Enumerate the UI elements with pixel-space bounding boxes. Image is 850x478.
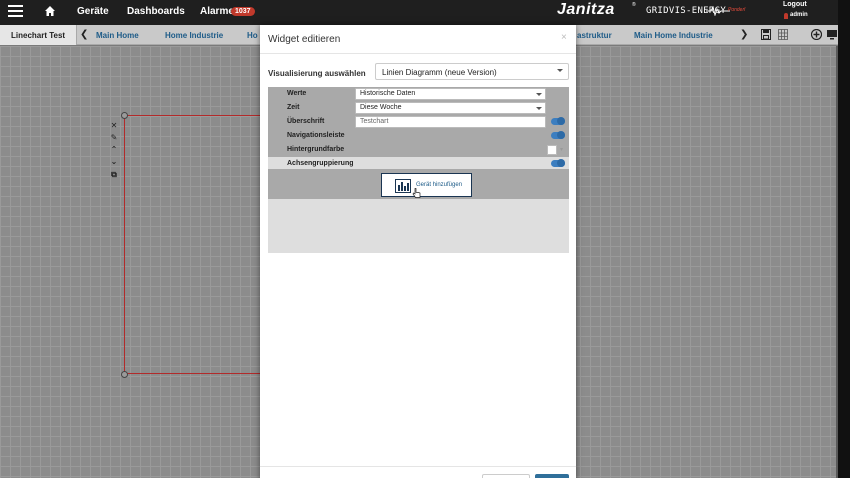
row-grip xyxy=(268,129,279,143)
brand-registered-mark: ® xyxy=(632,2,636,8)
row-grip xyxy=(268,143,279,157)
nav-alarms[interactable]: Alarme xyxy=(200,6,234,17)
logout-link[interactable]: Logout xyxy=(783,1,807,8)
heading-toggle[interactable] xyxy=(551,117,565,125)
top-navbar: Geräte Dashboards Alarme 1037 Janitza ® … xyxy=(0,0,838,25)
settings-row-values: Werte Historische Daten xyxy=(268,87,569,101)
hand-cursor-icon xyxy=(412,188,421,198)
tab-current[interactable]: Linechart Test xyxy=(0,25,77,45)
wrench-icon[interactable]: ✎ xyxy=(110,133,118,142)
tab-home-industrie[interactable]: Home Industrie xyxy=(165,31,223,40)
edit-widget-modal: Widget editieren × Visualisierung auswäh… xyxy=(260,25,576,478)
alarm-count-badge: 1037 xyxy=(231,7,255,16)
background-color-swatch[interactable] xyxy=(547,145,557,155)
selected-widget-frame[interactable] xyxy=(124,115,264,374)
settings-row-heading: Überschrift Testchart xyxy=(268,115,569,129)
product-edition-tag: Ponderl xyxy=(728,7,746,13)
visualization-label: Visualisierung auswählen xyxy=(268,69,366,78)
tab-prev-arrow-icon[interactable]: ❮ xyxy=(80,29,88,40)
row-value: Diese Woche xyxy=(353,101,546,115)
home-icon[interactable] xyxy=(44,5,56,17)
navigation-toggle[interactable] xyxy=(551,131,565,139)
tab-struktur[interactable]: astruktur xyxy=(577,31,612,40)
visualization-select-value: Linien Diagramm (neue Version) xyxy=(382,68,497,77)
device-area: Gerät hinzufügen xyxy=(268,169,569,199)
chevron-down-icon[interactable]: ⌄ xyxy=(110,157,118,166)
chevron-down-icon[interactable]: ▾ xyxy=(560,146,563,153)
visualization-select[interactable]: Linien Diagramm (neue Version) xyxy=(375,63,569,80)
values-select-value: Historische Daten xyxy=(360,90,416,97)
row-label: Navigationsleiste xyxy=(279,129,353,143)
row-value: Testchart xyxy=(353,115,546,129)
row-end xyxy=(546,129,569,143)
tab-main-home-industrie[interactable]: Main Home Industrie xyxy=(634,31,713,40)
user-name: admin xyxy=(790,12,808,18)
modal-footer-divider xyxy=(260,466,576,467)
modal-header-divider xyxy=(260,53,576,54)
window-edge xyxy=(838,0,850,478)
row-value: Historische Daten xyxy=(353,87,546,101)
bar-chart-icon xyxy=(395,179,411,193)
heading-input[interactable]: Testchart xyxy=(355,116,546,128)
close-icon[interactable]: × xyxy=(561,32,567,43)
cancel-button[interactable] xyxy=(482,474,530,478)
row-end: ▾ xyxy=(546,143,569,157)
chevron-down-icon xyxy=(536,107,542,110)
row-value xyxy=(353,143,546,157)
modal-title: Widget editieren xyxy=(268,34,341,45)
settings-row-navigation: Navigationsleiste xyxy=(268,129,569,143)
row-grip xyxy=(268,115,279,129)
user-icon xyxy=(784,13,788,19)
chevron-down-icon xyxy=(557,69,563,72)
tab-next-arrow-icon[interactable]: ❯ xyxy=(740,29,748,40)
settings-row-time: Zeit Diese Woche xyxy=(268,101,569,115)
settings-row-background: Hintergrundfarbe ▾ xyxy=(268,143,569,157)
axis-grouping-toggle[interactable] xyxy=(551,159,565,167)
row-grip xyxy=(268,87,279,101)
monitor-icon[interactable] xyxy=(826,29,838,40)
row-label: Überschrift xyxy=(279,115,353,129)
time-select-value: Diese Woche xyxy=(360,104,402,111)
save-icon[interactable] xyxy=(761,29,771,40)
add-device-label: Gerät hinzufügen xyxy=(416,182,463,188)
add-device-button[interactable]: Gerät hinzufügen xyxy=(381,173,472,198)
hamburger-menu-icon[interactable] xyxy=(8,5,23,17)
row-label: Hintergrundfarbe xyxy=(279,143,353,157)
row-end xyxy=(546,115,569,129)
row-value xyxy=(353,129,546,143)
device-list-area xyxy=(268,199,569,253)
row-end xyxy=(546,101,569,115)
brand-logo: Janitza xyxy=(557,1,615,18)
nav-devices[interactable]: Geräte xyxy=(77,6,109,17)
close-icon[interactable]: ✕ xyxy=(110,121,118,130)
tab-main-home[interactable]: Main Home xyxy=(96,31,139,40)
tab-partial[interactable]: Ho xyxy=(247,31,258,40)
nav-dashboards[interactable]: Dashboards xyxy=(127,6,185,17)
chevron-up-icon[interactable]: ⌃ xyxy=(110,145,118,154)
pulse-wave-icon xyxy=(706,6,730,16)
row-end xyxy=(546,87,569,101)
resize-handle-top-left[interactable] xyxy=(121,112,128,119)
resize-handle-bottom-left[interactable] xyxy=(121,371,128,378)
chevron-down-icon xyxy=(536,93,542,96)
row-label: Werte xyxy=(279,87,353,101)
add-circle-icon[interactable] xyxy=(811,29,822,40)
row-label: Zeit xyxy=(279,101,353,115)
row-grip xyxy=(268,101,279,115)
copy-icon[interactable]: ⧉ xyxy=(110,170,118,180)
time-select[interactable]: Diese Woche xyxy=(355,102,546,114)
save-button[interactable] xyxy=(535,474,569,478)
values-select[interactable]: Historische Daten xyxy=(355,88,546,100)
grid-icon[interactable] xyxy=(778,29,788,40)
